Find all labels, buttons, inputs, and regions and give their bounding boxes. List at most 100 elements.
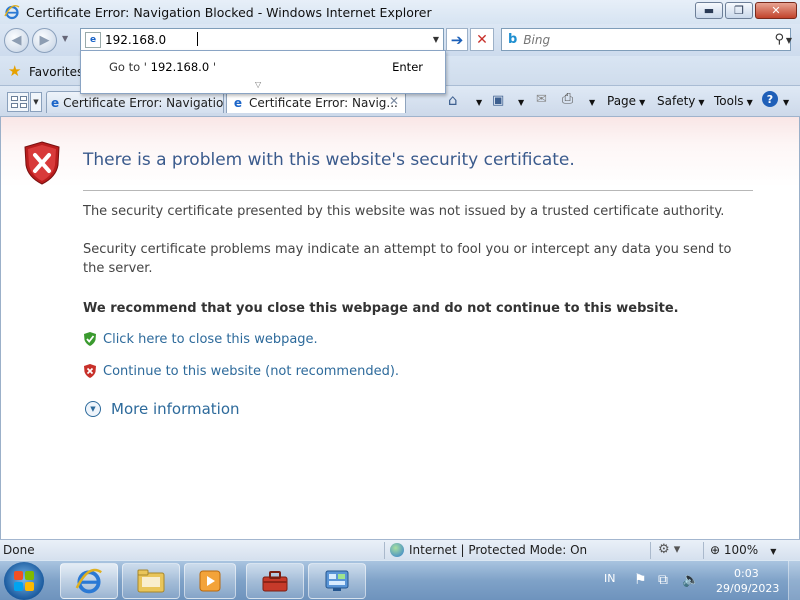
text-cursor <box>197 32 199 46</box>
stop-button[interactable]: ✕ <box>470 28 494 51</box>
language-indicator[interactable]: IN <box>604 572 615 585</box>
address-input[interactable] <box>105 32 425 47</box>
internet-explorer-icon <box>75 568 102 594</box>
taskbar-internet-explorer[interactable] <box>60 563 118 599</box>
print-icon[interactable]: ⎙ <box>562 91 573 107</box>
error-shield-icon <box>24 141 60 185</box>
page-content: There is a problem with this website's s… <box>0 117 800 539</box>
windows-logo-icon <box>14 571 34 591</box>
expand-circle-icon: ▼ <box>85 401 101 417</box>
maximize-button[interactable]: ❐ <box>725 2 753 19</box>
continue-row: Continue to this website (not recommende… <box>83 363 399 379</box>
recommendation-text: We recommend that you close this webpage… <box>83 301 679 316</box>
mail-icon[interactable]: ✉ <box>536 92 547 107</box>
minimize-button[interactable]: ▬ <box>695 2 723 19</box>
feeds-icon[interactable]: ▣ <box>492 93 504 108</box>
ie-page-icon: e <box>51 95 60 110</box>
autocomplete-goto-item[interactable]: Go to ' 192.168.0 ' <box>109 60 216 74</box>
tools-menu[interactable]: Tools ▼ <box>714 94 753 108</box>
favorites-button[interactable]: Favorites <box>29 65 83 79</box>
safety-menu-label: Safety <box>657 94 696 108</box>
search-options-dropdown[interactable]: ▼ <box>786 36 792 45</box>
toolbox-icon <box>262 571 288 592</box>
status-text: Done <box>3 543 35 557</box>
address-dropdown-icon[interactable]: ▼ <box>433 35 439 44</box>
more-information-label: More information <box>111 400 240 418</box>
tab-certificate-error-2[interactable]: e Certificate Error: Navig... ✕ <box>226 91 406 113</box>
security-zone[interactable]: Internet | Protected Mode: On <box>390 543 587 557</box>
show-desktop-button[interactable] <box>788 561 800 600</box>
clock-time[interactable]: 0:03 <box>734 566 759 581</box>
search-input[interactable] <box>523 32 754 47</box>
expand-chevron-icon[interactable]: ▽ <box>255 80 261 89</box>
back-arrow-icon: ◀ <box>11 33 22 48</box>
close-page-row: Click here to close this webpage. <box>83 331 318 347</box>
feeds-dropdown[interactable]: ▼ <box>515 94 524 108</box>
forward-button[interactable]: ▶ <box>32 28 57 53</box>
protected-mode-gear-icon[interactable]: ⚙ ▾ <box>658 542 680 557</box>
more-information-toggle[interactable]: ▼ More information <box>85 400 240 418</box>
status-divider <box>384 542 385 559</box>
status-divider <box>650 542 651 559</box>
help-icon[interactable]: ? <box>762 91 778 107</box>
media-player-icon <box>199 570 221 592</box>
search-box[interactable]: b ⚲ ▼ <box>501 28 792 51</box>
tab-certificate-error-1[interactable]: e Certificate Error: Navigatio... <box>46 91 224 113</box>
bing-icon: b <box>508 32 518 47</box>
start-button[interactable] <box>4 562 44 600</box>
red-x-shield-icon <box>84 364 96 378</box>
zoom-level-control[interactable]: ⊕ 100% ▼ <box>710 543 776 557</box>
goto-prefix: Go to ' <box>109 60 147 74</box>
error-title: There is a problem with this website's s… <box>83 150 575 170</box>
zoom-icon: ⊕ <box>710 543 724 557</box>
tab-label: Certificate Error: Navigatio... <box>63 95 224 110</box>
window-controls: ▬ ❐ ✕ <box>695 2 797 19</box>
control-panel-icon <box>325 570 349 591</box>
zoom-level: 100% <box>723 543 759 557</box>
close-tab-icon[interactable]: ✕ <box>389 94 399 108</box>
recent-pages-dropdown[interactable]: ▼ <box>62 34 68 43</box>
action-center-flag-icon[interactable]: ⚑ <box>634 572 647 588</box>
page-menu[interactable]: Page ▼ <box>607 94 645 108</box>
search-icon[interactable]: ⚲ <box>774 32 784 47</box>
error-warning: Security certificate problems may indica… <box>83 242 732 276</box>
safety-menu[interactable]: Safety ▼ <box>657 94 705 108</box>
volume-muted-icon[interactable]: 🔈 <box>682 572 699 588</box>
network-icon[interactable]: ⧉ <box>658 572 668 588</box>
favorites-star-icon[interactable]: ★ <box>8 62 21 80</box>
page-menu-label: Page <box>607 94 637 108</box>
address-autocomplete: Go to ' 192.168.0 ' Enter ▽ <box>80 50 446 94</box>
home-dropdown[interactable]: ▼ <box>473 94 482 108</box>
window-title: Certificate Error: Navigation Blocked - … <box>26 4 432 20</box>
goto-url: 192.168.0 <box>150 60 210 74</box>
globe-icon <box>390 543 404 557</box>
error-description: The security certificate presented by th… <box>83 204 725 219</box>
folder-icon <box>137 569 165 593</box>
status-divider <box>703 542 704 559</box>
security-zone-label: Internet | Protected Mode: On <box>409 543 588 557</box>
quick-tabs-button[interactable] <box>7 92 29 112</box>
page-icon: e <box>85 31 101 48</box>
clock-date[interactable]: 29/09/2023 <box>716 582 779 595</box>
help-dropdown[interactable]: ▼ <box>780 94 789 108</box>
enter-hint: Enter <box>392 60 423 74</box>
taskbar-control-panel[interactable] <box>308 563 366 599</box>
close-window-button[interactable]: ✕ <box>755 2 797 19</box>
title-divider <box>83 190 753 191</box>
tab-list-dropdown[interactable]: ▼ <box>30 92 42 112</box>
tab-label: Certificate Error: Navig... <box>249 95 398 110</box>
close-webpage-link[interactable]: Click here to close this webpage. <box>103 332 318 347</box>
home-icon[interactable]: ⌂ <box>448 91 458 109</box>
taskbar-toolbox-app[interactable] <box>246 563 304 599</box>
go-button[interactable]: ➔ <box>446 28 468 51</box>
continue-to-website-link[interactable]: Continue to this website (not recommende… <box>103 364 399 379</box>
back-button[interactable]: ◀ <box>4 28 29 53</box>
print-dropdown[interactable]: ▼ <box>586 94 595 108</box>
zoom-dropdown-icon: ▼ <box>770 547 777 556</box>
address-bar[interactable]: e ▼ <box>80 28 444 51</box>
taskbar-media-player[interactable] <box>184 563 236 599</box>
taskbar-file-explorer[interactable] <box>122 563 180 599</box>
ie-logo-icon <box>4 4 20 20</box>
title-bar: Certificate Error: Navigation Blocked - … <box>0 0 800 24</box>
taskbar: IN ⚑ ⧉ 🔈 0:03 29/09/2023 <box>0 560 800 600</box>
